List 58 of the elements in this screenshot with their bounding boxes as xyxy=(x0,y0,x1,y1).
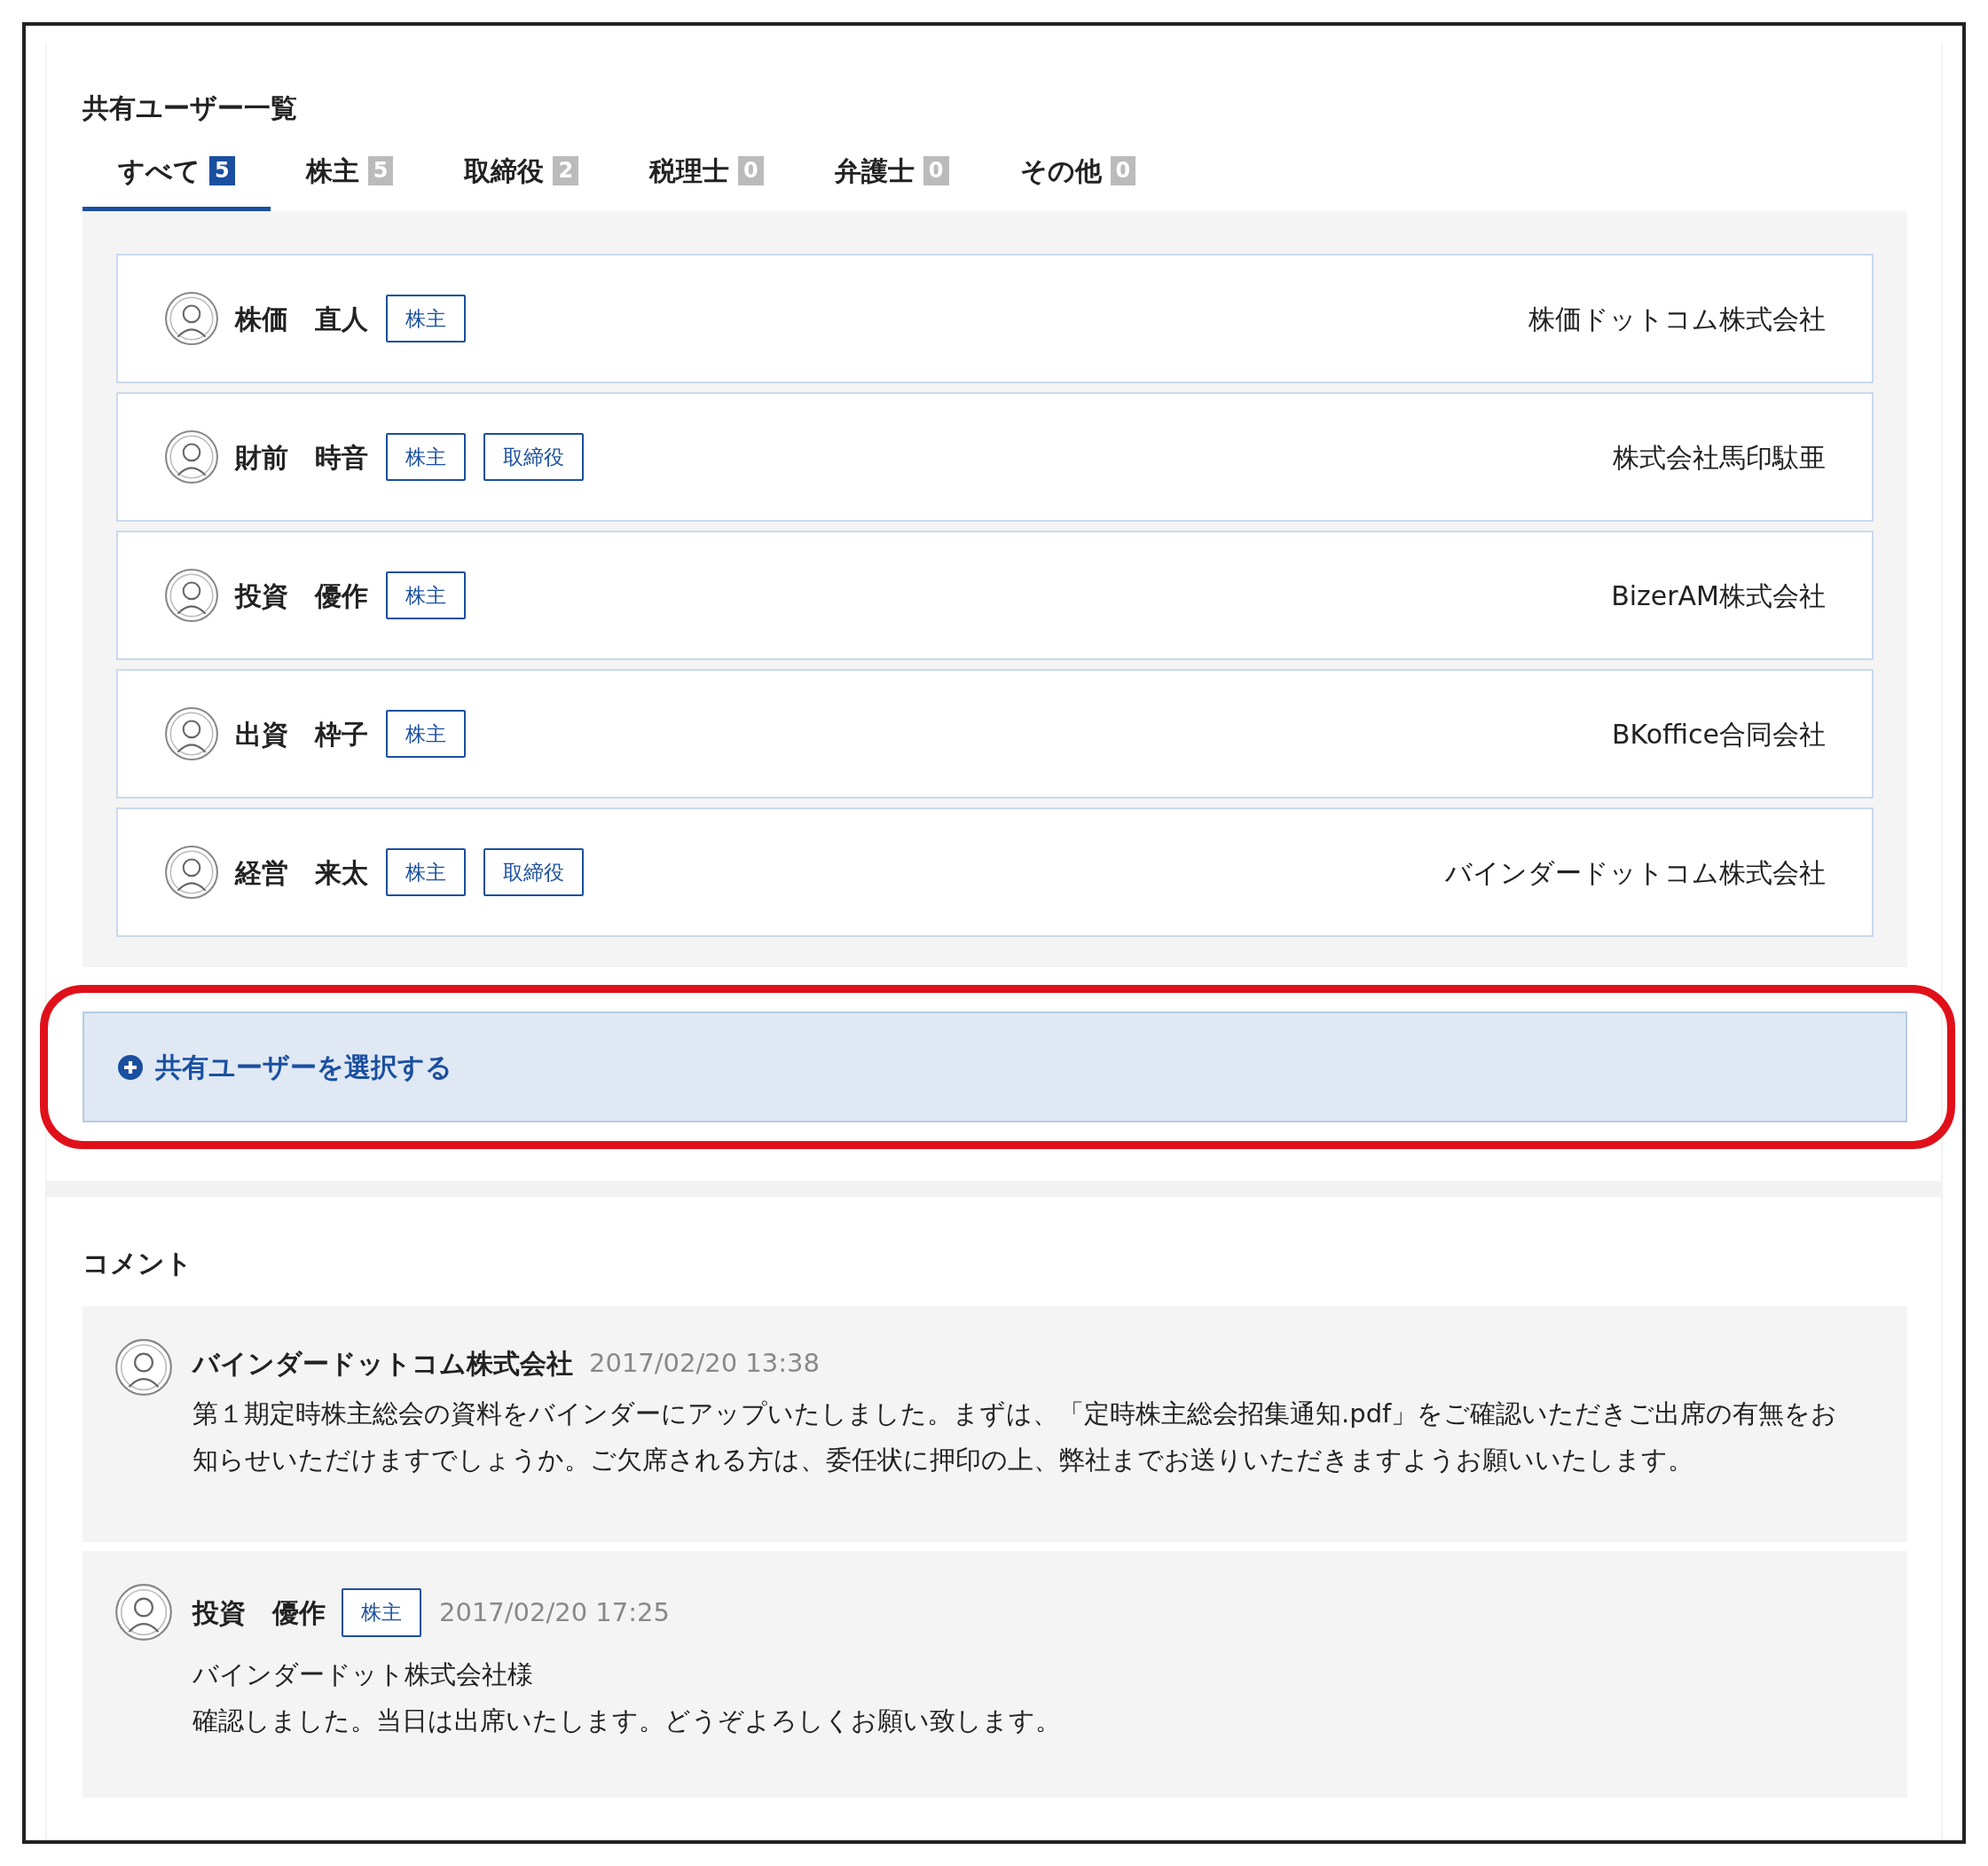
count-badge: 0 xyxy=(738,156,764,185)
comment-text: 確認しました。当日は出席いたします。どうぞよろしくお願い致します。 xyxy=(193,1704,1062,1737)
count-badge: 0 xyxy=(1110,156,1136,185)
user-row[interactable]: 財前 時音 株主 取締役 株式会社馬印駄亜 xyxy=(116,392,1874,522)
count-badge: 5 xyxy=(367,156,394,185)
user-filter-tab[interactable]: 弁護士 0 xyxy=(798,151,985,211)
avatar-icon xyxy=(114,1338,173,1397)
comment-timestamp: 2017/02/20 17:25 xyxy=(439,1595,670,1629)
role-tag: 株主 xyxy=(386,432,466,482)
company-name: BizerAM株式会社 xyxy=(1611,579,1826,613)
user-row[interactable]: 経営 来太 株主 取締役 バインダードットコム株式会社 xyxy=(116,807,1874,937)
role-tag: 株主 xyxy=(386,847,466,897)
tab-label: すべて xyxy=(118,154,200,188)
user-filter-tab[interactable]: 取締役 2 xyxy=(428,151,615,211)
user-name: 経営 来太 xyxy=(235,855,368,890)
section-title: 共有ユーザー一覧 xyxy=(83,91,298,125)
count-badge: 0 xyxy=(923,156,949,185)
tab-label: 税理士 xyxy=(649,154,730,188)
user-name: 財前 時音 xyxy=(235,440,368,475)
comment-author: バインダードットコム株式会社 xyxy=(193,1347,573,1381)
comment-text: 第１期定時株主総会の資料をバインダーにアップいたしました。まずは、「定時株主総会招集通知.pdf」をご確認いただきご出席の有無をお知らせいただけますでしょうか。ご欠席される方は、委任状に押印の上、弊社までお送りいただきますようお願いいたします。 xyxy=(193,1398,1839,1476)
tab-label: 取締役 xyxy=(464,154,545,188)
plus-circle-icon xyxy=(118,1054,143,1080)
tab-label: 株主 xyxy=(305,154,359,188)
avatar-icon xyxy=(164,706,219,761)
role-tag: 株主 xyxy=(386,571,466,620)
role-tag: 取締役 xyxy=(483,847,584,897)
user-name: 株価 直人 xyxy=(235,302,368,336)
count-badge: 5 xyxy=(209,156,235,185)
comment-author: 投資 優作 xyxy=(193,1595,326,1630)
user-filter-tab[interactable]: 税理士 0 xyxy=(614,151,799,211)
tab-label: 弁護士 xyxy=(834,154,915,188)
section-title: コメント xyxy=(83,1247,193,1280)
comment-text: バインダードット株式会社様 xyxy=(193,1657,534,1691)
user-filter-tab[interactable]: その他 0 xyxy=(984,151,1172,211)
company-name: 株式会社馬印駄亜 xyxy=(1613,440,1826,475)
role-tag: 株主 xyxy=(386,709,466,759)
user-row[interactable]: 投資 優作 株主 BizerAM株式会社 xyxy=(116,531,1874,660)
select-shared-users-button[interactable]: 共有ユーザーを選択する xyxy=(83,1012,1907,1122)
count-badge: 2 xyxy=(553,156,579,185)
avatar-icon xyxy=(164,845,219,900)
avatar-icon xyxy=(164,568,219,623)
user-row[interactable]: 出資 枠子 株主 BKoffice合同会社 xyxy=(116,669,1874,799)
avatar-icon xyxy=(114,1583,173,1642)
company-name: バインダードットコム株式会社 xyxy=(1445,855,1826,890)
company-name: BKoffice合同会社 xyxy=(1611,717,1826,752)
avatar-icon xyxy=(164,429,219,484)
user-name: 投資 優作 xyxy=(235,579,368,613)
user-filter-tab[interactable]: 株主 5 xyxy=(270,151,429,211)
comment-timestamp: 2017/02/20 13:38 xyxy=(589,1346,820,1380)
role-tag: 株主 xyxy=(342,1588,421,1637)
user-row[interactable]: 株価 直人 株主 株価ドットコム株式会社 xyxy=(116,254,1874,383)
avatar-icon xyxy=(164,291,219,346)
user-name: 出資 枠子 xyxy=(235,717,368,752)
tab-label: その他 xyxy=(1019,154,1102,188)
company-name: 株価ドットコム株式会社 xyxy=(1528,302,1826,336)
role-tag: 取締役 xyxy=(483,432,584,482)
role-tag: 株主 xyxy=(386,294,466,343)
